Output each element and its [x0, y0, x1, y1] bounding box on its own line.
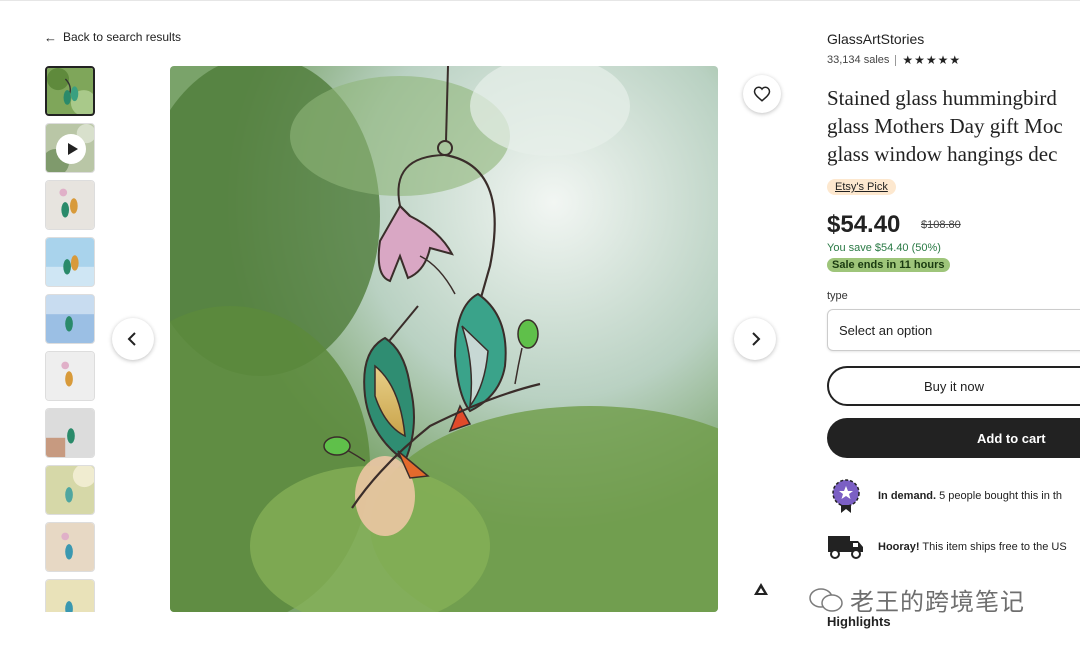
listing-title-line: glass window hangings dec [827, 142, 1058, 166]
listing-title: Stained glass hummingbird glass Mothers … [827, 84, 1080, 168]
thumbnail-3[interactable] [45, 180, 95, 230]
back-label: Back to search results [63, 30, 182, 44]
top-divider [0, 0, 1080, 1]
listing-title-line: Stained glass hummingbird [827, 86, 1057, 110]
thumbnail-video[interactable] [45, 123, 95, 173]
watermark: 老王的跨境笔记 [808, 582, 1025, 617]
listing-title-line: glass Mothers Day gift Moc [827, 114, 1063, 138]
buy-it-now-button[interactable]: Buy it now [827, 366, 1080, 406]
favorite-button[interactable] [743, 75, 781, 113]
play-icon [56, 134, 86, 164]
wechat-logo-icon [809, 587, 843, 612]
sale-ends-badge: Sale ends in 11 hours [827, 258, 950, 272]
thumbnail-6[interactable] [45, 351, 95, 401]
main-product-image[interactable] [170, 66, 718, 612]
back-to-search-link[interactable]: ← Back to search results [44, 30, 181, 44]
arrow-left-icon: ← [44, 29, 57, 45]
savings-text: You save $54.40 (50%) [827, 242, 941, 254]
highlights-heading: Highlights [827, 614, 891, 629]
original-price: $108.80 [921, 219, 961, 231]
in-demand-notice: In demand. 5 people bought this in th [827, 478, 1062, 514]
thumbnail-7[interactable] [45, 408, 95, 458]
delivery-truck-icon [828, 536, 863, 559]
shop-sales-row: 33,134 sales ★★★★★ [827, 53, 961, 67]
chevron-left-icon [127, 332, 136, 346]
thumbnail-9[interactable] [45, 522, 95, 572]
thumbnail-4[interactable] [45, 237, 95, 287]
thumbnail-1[interactable] [45, 66, 95, 116]
thumbnail-8[interactable] [45, 465, 95, 515]
sales-count: 33,134 sales [827, 54, 890, 66]
in-demand-text: In demand. 5 people bought this in th [878, 490, 1063, 502]
shop-name-link[interactable]: GlassArtStories [827, 31, 924, 47]
report-flag-icon[interactable] [751, 580, 771, 598]
divider [895, 54, 897, 66]
etsys-pick-badge[interactable]: Etsy's Pick [827, 179, 896, 195]
variation-select-value: Select an option [839, 322, 933, 338]
chevron-right-icon [752, 332, 761, 346]
thumbnail-5[interactable] [45, 294, 95, 344]
thumbnail-10[interactable] [45, 579, 95, 612]
free-shipping-text: Hooray! This item ships free to the US [878, 541, 1067, 553]
star-rating-icon[interactable]: ★★★★★ [902, 53, 961, 67]
free-shipping-notice: Hooray! This item ships free to the US [827, 532, 1067, 562]
heart-icon [753, 86, 771, 102]
current-price: $54.40 [827, 211, 901, 238]
next-image-button[interactable] [734, 318, 776, 360]
award-ribbon-icon [832, 479, 860, 513]
variation-label: type [827, 290, 848, 302]
watermark-text: 老王的跨境笔记 [850, 588, 1025, 616]
add-to-cart-button[interactable]: Add to cart [827, 418, 1080, 458]
previous-image-button[interactable] [112, 318, 154, 360]
thumbnail-strip [45, 66, 97, 612]
variation-select[interactable]: Select an option [827, 309, 1080, 351]
